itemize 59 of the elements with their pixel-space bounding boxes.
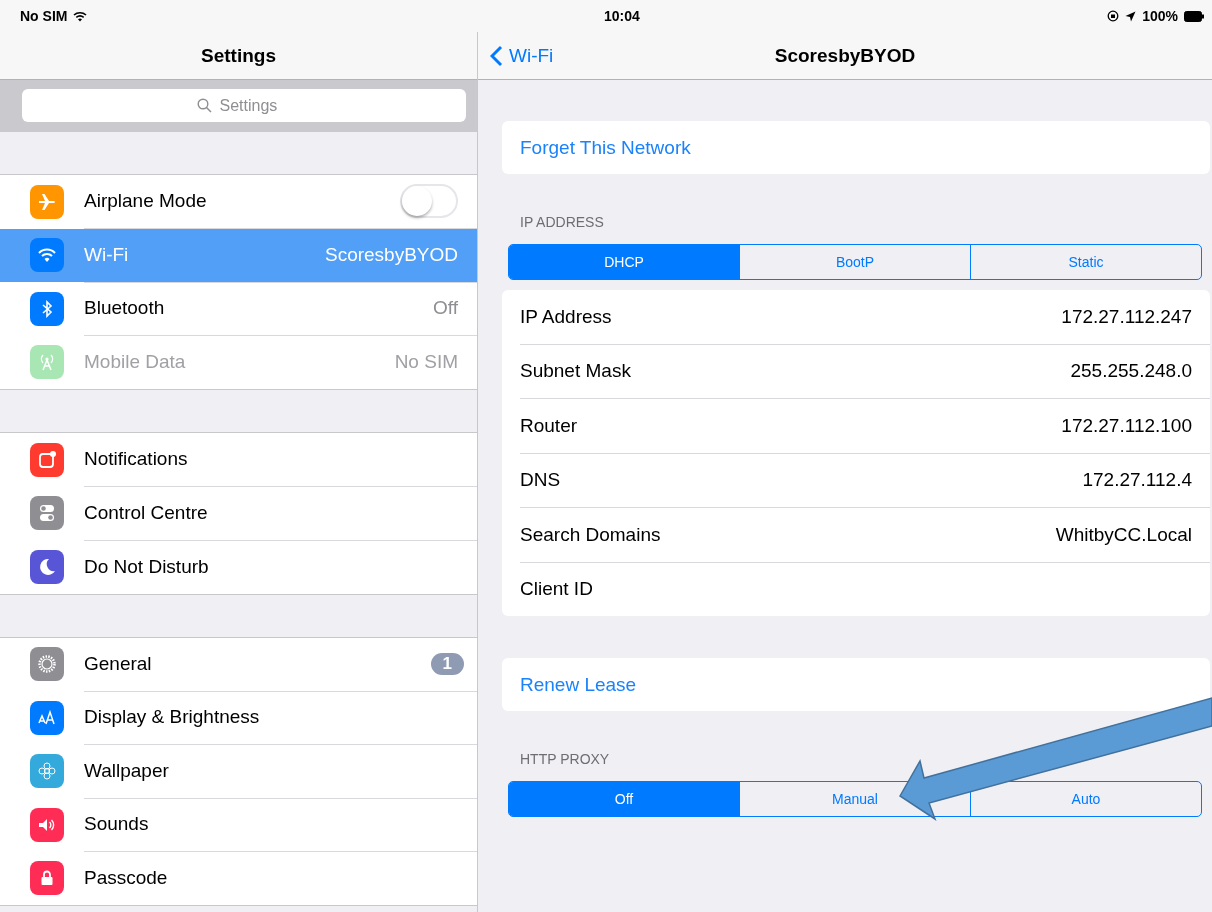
back-chevron-icon [490, 44, 503, 67]
row-value: ScoresbyBYOD [324, 243, 458, 266]
renew-lease-button[interactable]: Renew Lease [502, 658, 1210, 711]
field-label: Router [520, 414, 578, 437]
back-button[interactable]: Wi-Fi [490, 44, 554, 67]
settings-row[interactable]: Do Not Disturb [0, 540, 477, 594]
field-label: Search Domains [520, 523, 661, 546]
location-arrow-icon [1125, 10, 1137, 22]
field-value: WhitbyCC.Local [1055, 523, 1192, 546]
settings-title: Settings [201, 44, 276, 67]
field-label: IP Address [520, 305, 612, 328]
search-icon [196, 98, 212, 113]
settings-row[interactable]: Passcode [0, 851, 477, 905]
carrier-text: No SIM [20, 8, 68, 24]
toggle-switch[interactable] [400, 184, 458, 219]
settings-row[interactable]: Wi-Fi ScoresbyBYOD [0, 228, 477, 282]
row-value: No SIM [394, 351, 458, 374]
field-value: 255.255.248.0 [1070, 360, 1192, 383]
settings-row[interactable]: Wallpaper [0, 744, 477, 798]
row-label: Display & Brightness [84, 706, 260, 729]
row-label: Control Centre [84, 501, 208, 524]
settings-row[interactable]: Display & Brightness [0, 691, 477, 745]
row-label: Bluetooth [84, 297, 165, 320]
field-value: 172.27.112.4 [1082, 469, 1192, 492]
field-label: DNS [520, 469, 561, 492]
field-value: 172.27.112.100 [1061, 414, 1192, 437]
settings-row[interactable]: Sounds [0, 798, 477, 852]
row-label: General [84, 652, 152, 675]
row-label: Passcode [84, 867, 168, 890]
section-header: IP ADDRESS [520, 214, 605, 230]
search-field[interactable]: Settings [217, 95, 292, 116]
settings-row[interactable]: Notifications [0, 433, 477, 487]
battery-percent-text: 100% [1142, 8, 1178, 24]
segment-option[interactable]: DHCP [509, 245, 739, 279]
row-label: Do Not Disturb [84, 555, 209, 578]
wifi-signal-icon [73, 10, 88, 22]
network-title: ScoresbyBYOD [774, 44, 916, 67]
row-label: Mobile Data [84, 351, 186, 374]
settings-row[interactable]: Control Centre [0, 486, 477, 540]
forget-network-button[interactable]: Forget This Network [502, 121, 1210, 174]
count-badge: 1 [430, 652, 464, 675]
field-label: Client ID [520, 578, 593, 601]
segment-option[interactable]: BootP [739, 245, 970, 279]
section-header: HTTP PROXY [520, 751, 611, 767]
row-value: Off [433, 297, 458, 320]
clock-text: 10:04 [604, 8, 640, 24]
settings-row[interactable]: Bluetooth Off [0, 282, 477, 336]
segment-option[interactable]: Off [509, 782, 739, 816]
row-label: Sounds [84, 813, 149, 836]
settings-row[interactable]: General 1 [0, 637, 477, 691]
rotation-lock-icon [1107, 10, 1120, 22]
row-label: Airplane Mode [84, 190, 207, 213]
field-label: Subnet Mask [520, 360, 631, 383]
field-value: 172.27.112.247 [1061, 305, 1192, 328]
segment-option[interactable]: Static [970, 245, 1201, 279]
row-label: Wallpaper [84, 759, 169, 782]
row-label: Notifications [84, 448, 188, 471]
row-label: Wi-Fi [84, 243, 129, 266]
battery-icon [1184, 10, 1204, 22]
